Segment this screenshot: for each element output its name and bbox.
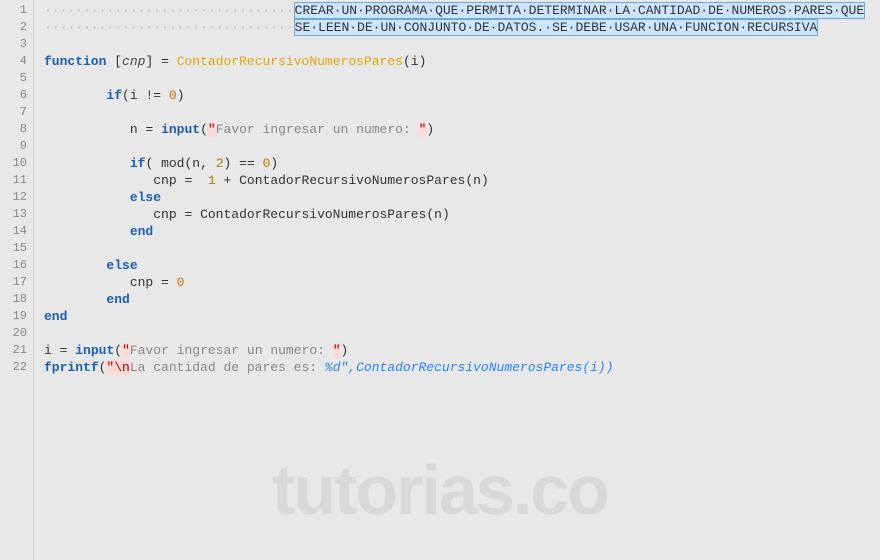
line-number: 1	[0, 2, 33, 19]
line-number: 4	[0, 53, 33, 70]
line-number: 9	[0, 138, 33, 155]
code-line: cnp = ContadorRecursivoNumerosPares(n)	[44, 206, 880, 223]
line-number: 18	[0, 291, 33, 308]
code-area[interactable]: ································CREAR·UN…	[34, 0, 880, 560]
selected-text: SE·LEEN·DE·UN·CONJUNTO·DE·DATOS.·SE·DEBE…	[294, 19, 819, 36]
code-line: end	[44, 291, 880, 308]
line-number: 7	[0, 104, 33, 121]
line-number: 13	[0, 206, 33, 223]
code-line: end	[44, 308, 880, 325]
code-editor: 1 2 3 4 5 6 7 8 9 10 11 12 13 14 15 16 1…	[0, 0, 880, 560]
line-number-gutter: 1 2 3 4 5 6 7 8 9 10 11 12 13 14 15 16 1…	[0, 0, 34, 560]
line-number: 15	[0, 240, 33, 257]
line-number: 2	[0, 19, 33, 36]
selected-text: CREAR·UN·PROGRAMA·QUE·PERMITA·DETERMINAR…	[294, 2, 866, 19]
line-number: 22	[0, 359, 33, 376]
line-number: 8	[0, 121, 33, 138]
code-line: else	[44, 257, 880, 274]
line-number: 10	[0, 155, 33, 172]
code-line	[44, 138, 880, 155]
code-line: ································CREAR·UN…	[44, 2, 880, 19]
code-line	[44, 36, 880, 53]
code-line: else	[44, 189, 880, 206]
line-number: 17	[0, 274, 33, 291]
code-line: if(i != 0)	[44, 87, 880, 104]
line-number: 11	[0, 172, 33, 189]
line-number: 6	[0, 87, 33, 104]
code-line: i = input("Favor ingresar un numero: ")	[44, 342, 880, 359]
code-line: fprintf("\nLa cantidad de pares es: %d",…	[44, 359, 880, 376]
code-line: cnp = 1 + ContadorRecursivoNumerosPares(…	[44, 172, 880, 189]
line-number: 19	[0, 308, 33, 325]
line-number: 5	[0, 70, 33, 87]
line-number: 3	[0, 36, 33, 53]
code-line: ································SE·LEEN·…	[44, 19, 880, 36]
line-number: 21	[0, 342, 33, 359]
code-line: if( mod(n, 2) == 0)	[44, 155, 880, 172]
code-line: function [cnp] = ContadorRecursivoNumero…	[44, 53, 880, 70]
code-line	[44, 325, 880, 342]
line-number: 12	[0, 189, 33, 206]
line-number: 16	[0, 257, 33, 274]
line-number: 20	[0, 325, 33, 342]
code-line: cnp = 0	[44, 274, 880, 291]
code-line	[44, 70, 880, 87]
line-number: 14	[0, 223, 33, 240]
code-line: end	[44, 223, 880, 240]
code-line	[44, 240, 880, 257]
code-line: n = input("Favor ingresar un numero: ")	[44, 121, 880, 138]
code-line	[44, 104, 880, 121]
